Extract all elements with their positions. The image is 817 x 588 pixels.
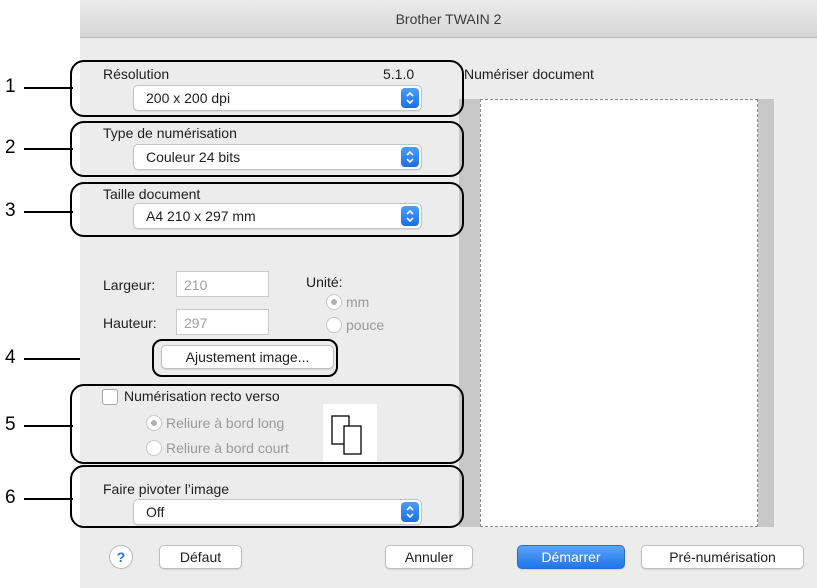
callout-line-2 (24, 148, 73, 150)
preview-page (480, 99, 758, 527)
title-bar: Brother TWAIN 2 (80, 0, 817, 38)
preview-area[interactable] (459, 99, 774, 527)
width-value: 210 (184, 277, 208, 293)
callout-number-3: 3 (5, 200, 16, 221)
callout-number-1: 1 (5, 76, 16, 97)
callout-ring-6 (70, 465, 464, 528)
callout-number-6: 6 (5, 487, 16, 508)
height-label: Hauteur: (103, 315, 157, 331)
callout-line-1 (24, 87, 73, 89)
prescan-button[interactable]: Pré-numérisation (641, 545, 804, 569)
unit-label: Unité: (306, 274, 343, 290)
callout-ring-3 (70, 182, 464, 237)
callout-line-3 (24, 211, 73, 213)
callout-ring-2 (70, 121, 464, 177)
callout-ring-5 (70, 384, 464, 464)
height-field[interactable]: 297 (176, 309, 269, 335)
cancel-button[interactable]: Annuler (385, 545, 473, 569)
callout-number-4: 4 (5, 347, 16, 368)
height-value: 297 (184, 315, 208, 331)
callout-number-5: 5 (5, 414, 16, 435)
window-title: Brother TWAIN 2 (395, 11, 502, 27)
callout-ring-1 (70, 60, 464, 117)
unit-inch-radio[interactable] (326, 317, 342, 333)
unit-mm-label: mm (346, 294, 370, 310)
width-label: Largeur: (103, 277, 156, 293)
callout-ring-4 (152, 339, 338, 377)
callout-number-2: 2 (5, 137, 16, 158)
default-button[interactable]: Défaut (159, 545, 242, 569)
start-button[interactable]: Démarrer (517, 545, 625, 569)
preview-label: Numériser document (464, 66, 594, 82)
unit-inch-label: pouce (346, 317, 385, 333)
help-button[interactable]: ? (109, 545, 133, 569)
callout-line-6 (24, 498, 73, 500)
unit-mm-radio[interactable] (326, 294, 342, 310)
width-field[interactable]: 210 (176, 271, 269, 297)
callout-line-5 (24, 425, 73, 427)
